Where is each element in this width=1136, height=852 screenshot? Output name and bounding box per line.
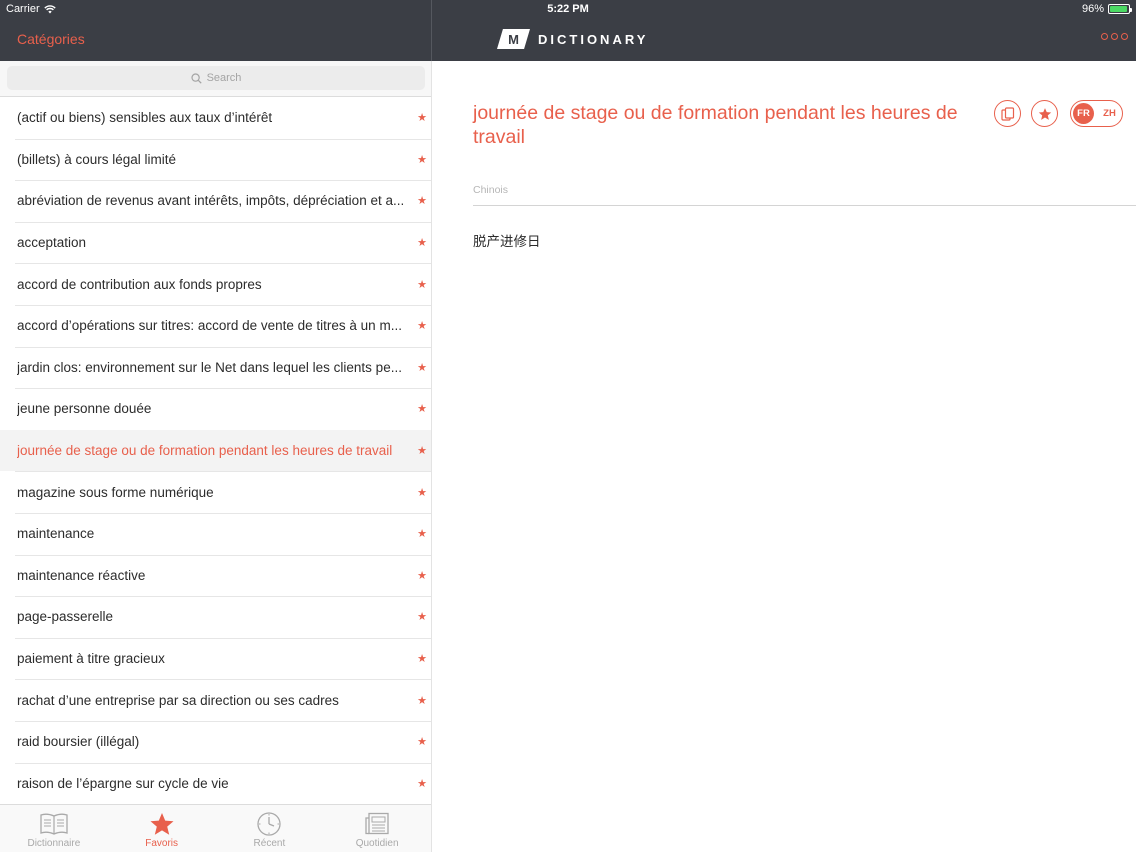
translation-text: 脱产进修日 [473, 234, 541, 250]
clock-icon [257, 812, 282, 836]
tab-dictionnaire[interactable]: Dictionnaire [0, 805, 108, 852]
star-icon: ★ [417, 694, 427, 707]
search-input[interactable]: Search [7, 66, 425, 90]
favorites-sidebar: Search (actif ou biens) sensibles aux ta… [0, 61, 432, 852]
logo-text: DICTIONARY [538, 31, 649, 47]
star-icon: ★ [417, 611, 427, 624]
star-icon: ★ [417, 653, 427, 666]
list-item-label: rachat d’une entreprise par sa direction… [17, 692, 339, 708]
star-icon: ★ [417, 237, 427, 250]
copy-button[interactable] [994, 100, 1021, 127]
star-icon: ★ [417, 320, 427, 333]
list-item[interactable]: jeune personne douée ★ [0, 388, 431, 431]
list-item-label: raison de l’épargne sur cycle de vie [17, 775, 229, 791]
list-item-label: maintenance [17, 526, 95, 542]
list-item[interactable]: maintenance réactive ★ [0, 555, 431, 597]
list-item[interactable]: paiement à titre gracieux ★ [0, 638, 431, 680]
star-icon: ★ [417, 153, 427, 166]
app-logo: M DICTIONARY [497, 29, 648, 49]
list-item-label: page-passerelle [17, 609, 114, 625]
language-toggle[interactable]: FR ZH [1070, 100, 1123, 127]
list-item-label: acceptation [17, 235, 87, 251]
list-item[interactable]: raison de l’épargne sur cycle de vie ★ [0, 763, 431, 805]
categories-back-button[interactable]: Catégories [17, 31, 85, 47]
search-placeholder: Search [206, 72, 242, 84]
list-item-label: jeune personne douée [17, 401, 152, 417]
search-icon [190, 72, 202, 84]
tab-favoris[interactable]: Favoris [108, 805, 216, 852]
star-icon: ★ [417, 777, 427, 790]
star-icon: ★ [417, 112, 427, 125]
list-item-label: raid boursier (illégal) [17, 734, 140, 750]
list-item[interactable]: abréviation de revenus avant intérêts, i… [0, 180, 431, 223]
top-bar: Carrier 5:22 PM 96% Catégories M DICTION… [0, 0, 1136, 61]
list-item-label: jardin clos: environnement sur le Net da… [17, 359, 402, 375]
star-icon: ★ [417, 736, 427, 749]
list-item[interactable]: (actif ou biens) sensibles aux taux d’in… [0, 97, 431, 140]
list-item[interactable]: accord d’opérations sur titres: accord d… [0, 305, 431, 348]
list-item[interactable]: acceptation ★ [0, 222, 431, 264]
copy-icon [1000, 106, 1014, 121]
entry-actions: FR ZH [994, 100, 1123, 127]
search-bar: Search [0, 61, 431, 97]
tab-label: Dictionnaire [27, 838, 81, 849]
list-item[interactable]: (billets) à cours légal limité ★ [0, 139, 431, 181]
list-item[interactable]: page-passerelle ★ [0, 596, 431, 639]
list-item-label: accord de contribution aux fonds propres [17, 276, 262, 292]
list-item[interactable]: raid boursier (illégal) ★ [0, 721, 431, 764]
status-bar: Carrier 5:22 PM 96% [0, 0, 1136, 18]
tab-quotidien[interactable]: Quotidien [323, 805, 431, 852]
lang-source: FR [1073, 103, 1094, 124]
entry-term: journée de stage ou de formation pendant… [473, 102, 958, 148]
more-options-icon[interactable] [1101, 33, 1128, 40]
list-item-label: magazine sous forme numérique [17, 484, 214, 500]
list-item[interactable]: accord de contribution aux fonds propres… [0, 263, 431, 306]
star-icon: ★ [417, 195, 427, 208]
tab-bar: Dictionnaire Favoris Récent Quotidien [0, 804, 431, 852]
battery-status: 96% [1081, 3, 1132, 15]
star-icon: ★ [417, 528, 427, 541]
star-icon: ★ [417, 569, 427, 582]
split-divider [431, 0, 432, 61]
star-icon: ★ [417, 361, 427, 374]
list-item-label: paiement à titre gracieux [17, 651, 165, 667]
newspaper-icon [365, 812, 389, 835]
logo-mark: M [497, 29, 530, 49]
list-item[interactable]: rachat d’une entreprise par sa direction… [0, 679, 431, 722]
list-item[interactable]: maintenance ★ [0, 513, 431, 556]
star-icon: ★ [417, 403, 427, 416]
clock-time: 5:22 PM [547, 3, 589, 15]
tab-label: Quotidien [355, 838, 399, 849]
list-item[interactable]: jardin clos: environnement sur le Net da… [0, 347, 431, 389]
star-icon: ★ [417, 445, 427, 458]
tab-label: Favoris [145, 838, 179, 849]
lang-target: ZH [1103, 108, 1116, 119]
list-item-label: maintenance réactive [17, 567, 146, 583]
star-icon [150, 813, 174, 835]
entry-detail: journée de stage ou de formation pendant… [432, 61, 1136, 852]
list-item[interactable]: magazine sous forme numérique ★ [0, 471, 431, 514]
book-icon [40, 813, 68, 835]
list-item[interactable]: journée de stage ou de formation pendant… [0, 429, 431, 472]
list-item-label: (billets) à cours légal limité [17, 151, 177, 167]
battery-icon [1108, 4, 1132, 14]
battery-percent: 96% [1081, 3, 1104, 15]
section-label: Chinois [473, 184, 509, 196]
list-item-label: abréviation de revenus avant intérêts, i… [17, 193, 405, 209]
section-divider [473, 205, 1136, 206]
list-item-label: journée de stage ou de formation pendant… [17, 443, 393, 459]
tab-recent[interactable]: Récent [216, 805, 324, 852]
favorite-button[interactable] [1031, 100, 1058, 127]
list-item-label: accord d’opérations sur titres: accord d… [17, 318, 402, 334]
list-item-label: (actif ou biens) sensibles aux taux d’in… [17, 110, 273, 126]
tab-label: Récent [253, 838, 286, 849]
star-icon: ★ [417, 486, 427, 499]
favorites-list: (actif ou biens) sensibles aux taux d’in… [0, 97, 431, 805]
star-icon: ★ [417, 278, 427, 291]
battery-level-fill [1110, 6, 1128, 12]
star-icon [1038, 107, 1051, 120]
